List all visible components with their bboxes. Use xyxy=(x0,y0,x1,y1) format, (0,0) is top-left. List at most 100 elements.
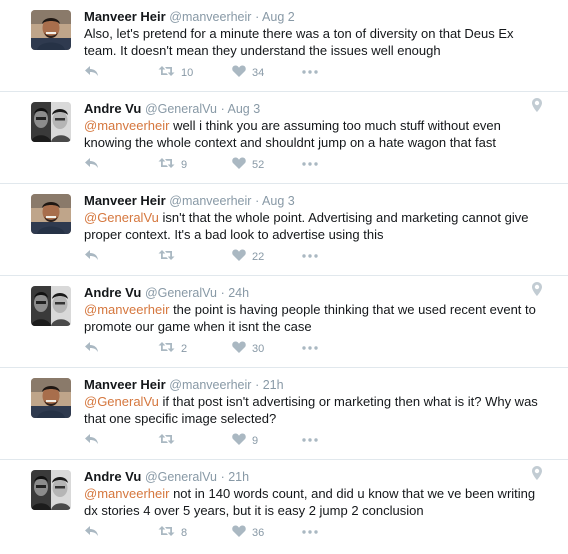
tweet-header: Manveer Heir @manveerheir · 21h xyxy=(84,377,284,393)
author-handle[interactable]: @manveerheir xyxy=(169,10,251,24)
author-name[interactable]: Manveer Heir xyxy=(84,9,166,24)
reply-button[interactable] xyxy=(84,157,99,172)
tweet-header: Manveer Heir @manveerheir · Aug 2 xyxy=(84,9,295,25)
tweet-4[interactable]: Andre Vu @GeneralVu · 24h @manveerheir t… xyxy=(0,276,568,368)
location-pin-icon[interactable] xyxy=(532,466,542,485)
tweet-actions: 9 52 xyxy=(84,157,344,173)
like-button[interactable]: 36 xyxy=(232,525,264,540)
reply-button[interactable] xyxy=(84,433,99,448)
avatar-manveer[interactable] xyxy=(31,194,71,234)
retweet-button[interactable]: 10 xyxy=(158,65,193,80)
reply-icon xyxy=(84,525,99,540)
like-button[interactable]: 22 xyxy=(232,249,264,264)
like-count: 52 xyxy=(252,158,265,171)
tweet-5[interactable]: Manveer Heir @manveerheir · 21h @General… xyxy=(0,368,568,460)
timestamp[interactable]: Aug 2 xyxy=(262,10,295,24)
more-options-button[interactable] xyxy=(302,433,318,445)
author-name[interactable]: Andre Vu xyxy=(84,469,141,484)
like-count: 22 xyxy=(252,250,265,263)
retweet-button[interactable]: 9 xyxy=(158,157,187,172)
tweet-text: @manveerheir the point is having people … xyxy=(84,301,544,335)
timestamp[interactable]: Aug 3 xyxy=(228,102,261,116)
reply-button[interactable] xyxy=(84,249,99,264)
like-count: 9 xyxy=(252,434,259,447)
mention-link[interactable]: @manveerheir xyxy=(84,118,169,133)
avatar-andre[interactable] xyxy=(31,286,71,326)
author-handle[interactable]: @GeneralVu xyxy=(145,286,217,300)
retweet-icon xyxy=(158,65,175,80)
retweet-count: 2 xyxy=(181,342,188,355)
heart-icon xyxy=(232,525,246,540)
timestamp[interactable]: 21h xyxy=(263,378,284,392)
tweet-actions: 8 36 xyxy=(84,525,344,541)
like-button[interactable]: 9 xyxy=(232,433,258,448)
timestamp[interactable]: 21h xyxy=(228,470,249,484)
like-button[interactable]: 34 xyxy=(232,65,264,80)
avatar-manveer[interactable] xyxy=(31,10,71,50)
more-options-button[interactable] xyxy=(302,341,318,353)
separator: · xyxy=(255,10,263,24)
retweet-button[interactable]: 2 xyxy=(158,341,187,356)
like-count: 34 xyxy=(252,66,265,79)
retweet-count: 10 xyxy=(181,66,194,79)
retweet-button[interactable] xyxy=(158,249,181,264)
retweet-icon xyxy=(158,249,175,264)
more-icon xyxy=(302,341,318,353)
tweet-text: @GeneralVu if that post isn't advertisin… xyxy=(84,393,544,427)
tweet-3[interactable]: Manveer Heir @manveerheir · Aug 3 @Gener… xyxy=(0,184,568,276)
tweet-2[interactable]: Andre Vu @GeneralVu · Aug 3 @manveerheir… xyxy=(0,92,568,184)
more-options-button[interactable] xyxy=(302,525,318,537)
heart-icon xyxy=(232,341,246,356)
heart-icon xyxy=(232,433,246,448)
more-options-button[interactable] xyxy=(302,157,318,169)
like-count: 36 xyxy=(252,526,265,539)
timestamp[interactable]: Aug 3 xyxy=(262,194,295,208)
reply-icon xyxy=(84,341,99,356)
author-handle[interactable]: @GeneralVu xyxy=(145,102,217,116)
mention-link[interactable]: @GeneralVu xyxy=(84,394,159,409)
more-icon xyxy=(302,249,318,261)
more-options-button[interactable] xyxy=(302,65,318,77)
retweet-count: 9 xyxy=(181,158,188,171)
reply-icon xyxy=(84,249,99,264)
author-handle[interactable]: @GeneralVu xyxy=(145,470,217,484)
like-button[interactable]: 52 xyxy=(232,157,264,172)
more-icon xyxy=(302,65,318,77)
author-name[interactable]: Andre Vu xyxy=(84,285,141,300)
author-name[interactable]: Andre Vu xyxy=(84,101,141,116)
tweet-6[interactable]: Andre Vu @GeneralVu · 21h @manveerheir n… xyxy=(0,460,568,552)
author-name[interactable]: Manveer Heir xyxy=(84,377,166,392)
reply-button[interactable] xyxy=(84,341,99,356)
tweet-1[interactable]: Manveer Heir @manveerheir · Aug 2 Also, … xyxy=(0,0,568,92)
separator: · xyxy=(255,378,263,392)
author-handle[interactable]: @manveerheir xyxy=(169,194,251,208)
tweet-actions: 22 xyxy=(84,249,344,265)
mention-link[interactable]: @manveerheir xyxy=(84,302,169,317)
reply-button[interactable] xyxy=(84,525,99,540)
retweet-button[interactable]: 8 xyxy=(158,525,187,540)
author-handle[interactable]: @manveerheir xyxy=(169,378,251,392)
avatar-andre[interactable] xyxy=(31,102,71,142)
tweet-body: Also, let's pretend for a minute there w… xyxy=(84,26,514,58)
location-pin-icon[interactable] xyxy=(532,282,542,301)
avatar-manveer[interactable] xyxy=(31,378,71,418)
retweet-button[interactable] xyxy=(158,433,181,448)
more-options-button[interactable] xyxy=(302,249,318,261)
mention-link[interactable]: @GeneralVu xyxy=(84,210,159,225)
separator: · xyxy=(255,194,263,208)
tweet-text: @manveerheir not in 140 words count, and… xyxy=(84,485,544,519)
reply-button[interactable] xyxy=(84,65,99,80)
location-pin-icon[interactable] xyxy=(532,98,542,117)
like-button[interactable]: 30 xyxy=(232,341,264,356)
mention-link[interactable]: @manveerheir xyxy=(84,486,169,501)
timestamp[interactable]: 24h xyxy=(228,286,249,300)
author-name[interactable]: Manveer Heir xyxy=(84,193,166,208)
reply-icon xyxy=(84,157,99,172)
tweet-actions: 9 xyxy=(84,433,344,449)
avatar-andre[interactable] xyxy=(31,470,71,510)
tweet-timeline: Manveer Heir @manveerheir · Aug 2 Also, … xyxy=(0,0,568,552)
separator: · xyxy=(220,102,228,116)
tweet-header: Andre Vu @GeneralVu · 24h xyxy=(84,285,249,301)
heart-icon xyxy=(232,157,246,172)
tweet-header: Andre Vu @GeneralVu · Aug 3 xyxy=(84,101,260,117)
